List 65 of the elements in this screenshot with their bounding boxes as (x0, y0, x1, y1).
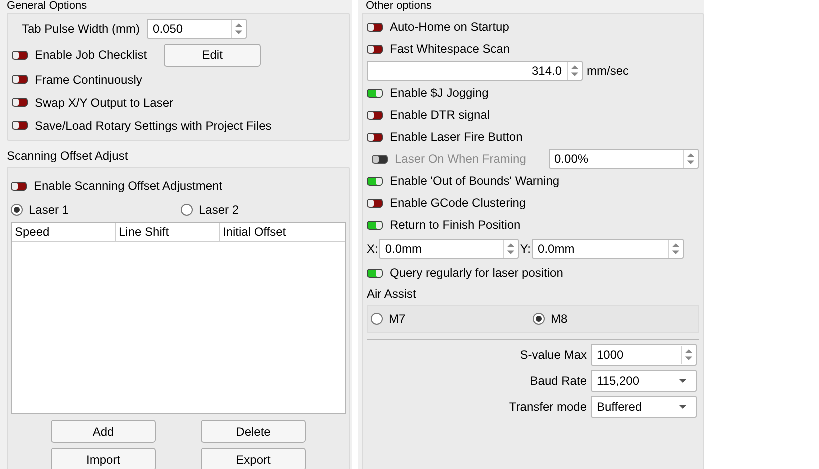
radio-button[interactable] (371, 313, 383, 325)
toggle-label: Enable GCode Clustering (390, 196, 526, 210)
toggle-switch[interactable] (12, 50, 28, 60)
toggle-switch[interactable] (367, 88, 383, 98)
toggle-switch[interactable] (12, 98, 28, 107)
radio-label: M7 (389, 312, 406, 326)
toggle-label: Return to Finish Position (390, 218, 521, 232)
field-label: S-value Max (520, 348, 587, 362)
radio-button[interactable] (11, 204, 23, 216)
toggle-label: Auto-Home on Startup (390, 20, 510, 34)
group-title: Scanning Offset Adjust (7, 148, 130, 165)
toggle-switch[interactable] (367, 110, 383, 120)
radio-label: Laser 1 (29, 203, 70, 217)
toggle-switch[interactable] (12, 75, 28, 84)
action-button[interactable]: Export (201, 448, 306, 469)
caret-icon (678, 378, 688, 384)
toggle-label: Frame Continuously (35, 72, 142, 86)
dropdown[interactable]: 115,200 (591, 370, 697, 392)
toggle-label: Query regularly for laser position (390, 266, 564, 280)
radio-label: M8 (551, 312, 568, 326)
toggle-label: Enable 'Out of Bounds' Warning (390, 174, 560, 188)
toggle-label: Enable Scanning Offset Adjustment (34, 179, 223, 193)
radio-label: Laser 2 (199, 203, 240, 217)
toggle-switch[interactable] (11, 182, 27, 190)
spin-field[interactable]: 1000 (591, 344, 697, 366)
spin-field[interactable]: 314.0 (367, 61, 583, 81)
column-header[interactable]: Line Shift (116, 223, 220, 241)
toggle-switch[interactable] (12, 121, 28, 130)
column-header[interactable]: Speed (12, 223, 116, 241)
field-label: Tab Pulse Width (mm) (22, 22, 140, 36)
toggle-switch[interactable] (367, 268, 383, 278)
field-label: Y: (520, 242, 532, 256)
toggle-switch[interactable] (367, 22, 383, 32)
toggle-switch[interactable] (367, 198, 383, 208)
edit-button[interactable]: Edit (164, 44, 262, 66)
action-button[interactable]: Delete (201, 420, 306, 443)
action-button[interactable]: Add (51, 420, 156, 443)
toggle-label: Enable Job Checklist (35, 48, 148, 62)
group-title: Other options (366, 0, 434, 13)
caret-icon (678, 404, 688, 410)
radio-button[interactable] (181, 204, 193, 216)
toggle-label: Swap X/Y Output to Laser (35, 96, 174, 110)
unit-label: mm/sec (587, 64, 629, 78)
toggle-label: Enable Laser Fire Button (390, 130, 523, 144)
toggle-switch[interactable] (367, 132, 383, 142)
toggle-label: Laser On When Framing (395, 152, 528, 166)
field-label: X: (367, 242, 378, 256)
radio-button[interactable] (533, 313, 545, 325)
spin-field[interactable]: 0.0mm (532, 239, 684, 259)
toggle-switch[interactable] (367, 44, 383, 54)
toggle-label: Enable DTR signal (390, 108, 490, 122)
group-title: General Options (7, 0, 88, 13)
toggle-switch[interactable] (367, 176, 383, 186)
field-label: Baud Rate (530, 374, 587, 388)
spin-field[interactable]: 0.0mm (379, 239, 520, 259)
dropdown[interactable]: Buffered (591, 396, 697, 418)
column-header[interactable]: Initial Offset (220, 223, 345, 241)
action-button[interactable]: Import (51, 448, 156, 469)
spin-field[interactable]: 0.050 (147, 19, 248, 39)
toggle-label: Save/Load Rotary Settings with Project Files (35, 118, 272, 132)
toggle-label: Fast Whitespace Scan (390, 42, 510, 56)
toggle-label: Enable $J Jogging (390, 86, 489, 100)
section-label: Air Assist (367, 286, 416, 300)
toggle-switch[interactable] (367, 220, 383, 230)
field-label: Transfer mode (509, 400, 587, 414)
